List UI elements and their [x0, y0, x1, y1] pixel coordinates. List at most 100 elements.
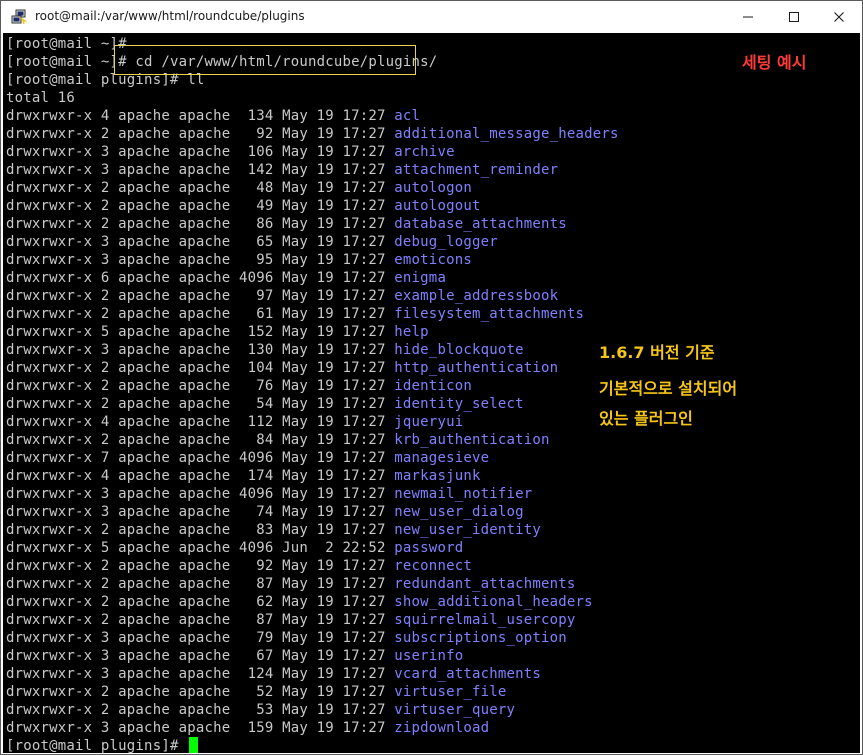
table-row: drwxrwxr-x 2 apache apache 84 May 19 17:… — [6, 431, 550, 449]
file-meta: drwxrwxr-x 3 apache apache 124 May 19 17… — [6, 666, 395, 682]
directory-name: filesystem_attachments — [394, 306, 585, 322]
table-row: drwxrwxr-x 2 apache apache 87 May 19 17:… — [6, 575, 576, 593]
directory-name: archive — [394, 144, 455, 160]
file-meta: drwxrwxr-x 2 apache apache 48 May 19 17:… — [6, 180, 395, 196]
directory-name: newmail_notifier — [394, 486, 533, 502]
table-row: drwxrwxr-x 3 apache apache 124 May 19 17… — [6, 665, 541, 683]
table-row: drwxrwxr-x 3 apache apache 106 May 19 17… — [6, 143, 455, 161]
table-row: drwxrwxr-x 2 apache apache 83 May 19 17:… — [6, 521, 541, 539]
directory-name: example_addressbook — [394, 288, 559, 304]
directory-name: squirrelmail_usercopy — [394, 612, 576, 628]
file-meta: drwxrwxr-x 4 apache apache 112 May 19 17… — [6, 414, 395, 430]
file-meta: drwxrwxr-x 2 apache apache 53 May 19 17:… — [6, 702, 395, 718]
annotation-plugins-line: 있는 플러그인 — [599, 409, 693, 428]
file-meta: drwxrwxr-x 5 apache apache 152 May 19 17… — [6, 324, 395, 340]
file-meta: drwxrwxr-x 3 apache apache 65 May 19 17:… — [6, 234, 395, 250]
file-meta: drwxrwxr-x 2 apache apache 97 May 19 17:… — [6, 288, 395, 304]
directory-name: acl — [394, 108, 421, 124]
table-row: drwxrwxr-x 2 apache apache 76 May 19 17:… — [6, 377, 472, 395]
table-row: drwxrwxr-x 3 apache apache 65 May 19 17:… — [6, 233, 498, 251]
file-meta: drwxrwxr-x 3 apache apache 130 May 19 17… — [6, 342, 395, 358]
annotation-version-line: 1.6.7 버전 기준 — [599, 343, 715, 362]
terminal-output[interactable]: [root@mail ~]# [root@mail ~]# cd /var/ww… — [3, 33, 860, 753]
table-row: drwxrwxr-x 3 apache apache 67 May 19 17:… — [6, 647, 463, 665]
terminal-window: root@mail:/var/www/html/roundcube/plugin… — [0, 0, 863, 755]
table-row: drwxrwxr-x 2 apache apache 54 May 19 17:… — [6, 395, 524, 413]
file-meta: drwxrwxr-x 2 apache apache 62 May 19 17:… — [6, 594, 395, 610]
table-row: drwxrwxr-x 7 apache apache 4096 May 19 1… — [6, 449, 489, 467]
prompt-text: [root@mail plugins]# — [6, 738, 188, 753]
table-row: drwxrwxr-x 2 apache apache 61 May 19 17:… — [6, 305, 584, 323]
minimize-button[interactable] — [725, 1, 771, 33]
directory-name: markasjunk — [394, 468, 481, 484]
file-meta: drwxrwxr-x 2 apache apache 52 May 19 17:… — [6, 684, 395, 700]
file-meta: drwxrwxr-x 3 apache apache 79 May 19 17:… — [6, 630, 395, 646]
table-row: drwxrwxr-x 4 apache apache 174 May 19 17… — [6, 467, 481, 485]
directory-name: managesieve — [394, 450, 490, 466]
file-meta: drwxrwxr-x 3 apache apache 95 May 19 17:… — [6, 252, 395, 268]
directory-name: hide_blockquote — [394, 342, 524, 358]
table-row: drwxrwxr-x 3 apache apache 159 May 19 17… — [6, 719, 489, 737]
directory-name: attachment_reminder — [394, 162, 559, 178]
table-row: drwxrwxr-x 2 apache apache 92 May 19 17:… — [6, 125, 619, 143]
table-row: drwxrwxr-x 3 apache apache 130 May 19 17… — [6, 341, 524, 359]
directory-name: show_additional_headers — [394, 594, 593, 610]
directory-name: enigma — [394, 270, 447, 286]
file-meta: drwxrwxr-x 2 apache apache 87 May 19 17:… — [6, 576, 395, 592]
directory-name: database_attachments — [394, 216, 567, 232]
directory-name: additional_message_headers — [394, 126, 619, 142]
terminal-cursor — [189, 737, 199, 753]
directory-name: new_user_identity — [394, 522, 541, 538]
file-meta: drwxrwxr-x 3 apache apache 4096 May 19 1… — [6, 486, 395, 502]
table-row: drwxrwxr-x 2 apache apache 62 May 19 17:… — [6, 593, 593, 611]
file-meta: drwxrwxr-x 2 apache apache 104 May 19 17… — [6, 360, 395, 376]
table-row: drwxrwxr-x 3 apache apache 95 May 19 17:… — [6, 251, 472, 269]
file-meta: drwxrwxr-x 2 apache apache 54 May 19 17:… — [6, 396, 395, 412]
close-icon — [833, 8, 845, 27]
directory-name: krb_authentication — [394, 432, 550, 448]
table-row: drwxrwxr-x 5 apache apache 4096 Jun 2 22… — [6, 539, 463, 557]
minimize-icon — [742, 8, 754, 27]
file-meta: drwxrwxr-x 3 apache apache 159 May 19 17… — [6, 720, 395, 736]
directory-name: emoticons — [394, 252, 472, 268]
table-row: drwxrwxr-x 2 apache apache 48 May 19 17:… — [6, 179, 472, 197]
table-row: drwxrwxr-x 2 apache apache 53 May 19 17:… — [6, 701, 515, 719]
directory-name: autologout — [394, 198, 481, 214]
file-meta: drwxrwxr-x 6 apache apache 4096 May 19 1… — [6, 270, 395, 286]
directory-name: subscriptions_option — [394, 630, 567, 646]
title-bar[interactable]: root@mail:/var/www/html/roundcube/plugin… — [1, 1, 862, 33]
file-meta: drwxrwxr-x 3 apache apache 74 May 19 17:… — [6, 504, 395, 520]
file-meta: drwxrwxr-x 3 apache apache 142 May 19 17… — [6, 162, 395, 178]
table-row: drwxrwxr-x 2 apache apache 92 May 19 17:… — [6, 557, 472, 575]
table-row: drwxrwxr-x 6 apache apache 4096 May 19 1… — [6, 269, 446, 287]
table-row: drwxrwxr-x 2 apache apache 104 May 19 17… — [6, 359, 558, 377]
file-meta: drwxrwxr-x 2 apache apache 49 May 19 17:… — [6, 198, 395, 214]
directory-name: virtuser_query — [394, 702, 516, 718]
table-row: drwxrwxr-x 2 apache apache 86 May 19 17:… — [6, 215, 567, 233]
table-row: drwxrwxr-x 2 apache apache 97 May 19 17:… — [6, 287, 558, 305]
directory-name: vcard_attachments — [394, 666, 541, 682]
file-meta: drwxrwxr-x 2 apache apache 61 May 19 17:… — [6, 306, 395, 322]
directory-name: identity_select — [394, 396, 524, 412]
directory-name: help — [394, 324, 429, 340]
directory-name: identicon — [394, 378, 472, 394]
table-row: drwxrwxr-x 3 apache apache 142 May 19 17… — [6, 161, 558, 179]
file-meta: drwxrwxr-x 7 apache apache 4096 May 19 1… — [6, 450, 395, 466]
close-button[interactable] — [816, 1, 862, 33]
maximize-button[interactable] — [771, 1, 817, 33]
directory-name: userinfo — [394, 648, 464, 664]
table-row: drwxrwxr-x 2 apache apache 49 May 19 17:… — [6, 197, 481, 215]
file-meta: drwxrwxr-x 2 apache apache 87 May 19 17:… — [6, 612, 395, 628]
table-row: drwxrwxr-x 3 apache apache 79 May 19 17:… — [6, 629, 567, 647]
table-row: drwxrwxr-x 3 apache apache 74 May 19 17:… — [6, 503, 524, 521]
table-row: drwxrwxr-x 2 apache apache 87 May 19 17:… — [6, 611, 576, 629]
file-meta: drwxrwxr-x 5 apache apache 4096 Jun 2 22… — [6, 540, 395, 556]
directory-name: autologon — [394, 180, 472, 196]
putty-icon — [11, 9, 28, 25]
file-meta: drwxrwxr-x 2 apache apache 76 May 19 17:… — [6, 378, 395, 394]
directory-name: password — [394, 540, 464, 556]
directory-name: virtuser_file — [394, 684, 507, 700]
table-row: drwxrwxr-x 4 apache apache 112 May 19 17… — [6, 413, 463, 431]
file-meta: drwxrwxr-x 2 apache apache 86 May 19 17:… — [6, 216, 395, 232]
file-meta: drwxrwxr-x 4 apache apache 174 May 19 17… — [6, 468, 395, 484]
